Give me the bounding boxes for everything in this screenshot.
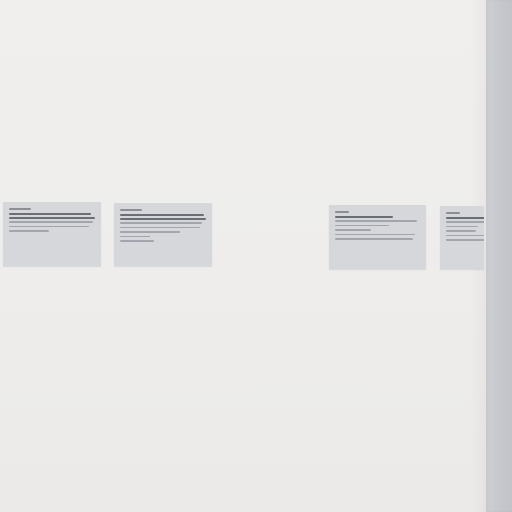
label-body-line bbox=[335, 229, 371, 231]
label-title-line bbox=[9, 213, 91, 215]
label-tag-line bbox=[335, 211, 349, 213]
label-body-line bbox=[9, 221, 93, 223]
label-body-line bbox=[9, 230, 49, 232]
label-body-line bbox=[120, 240, 154, 242]
label-title-line bbox=[120, 218, 206, 220]
label-body-line bbox=[335, 233, 415, 235]
wall-label-card bbox=[440, 206, 484, 269]
label-title-line bbox=[9, 217, 95, 219]
label-body-line bbox=[335, 224, 389, 226]
label-title-line bbox=[335, 216, 393, 218]
label-body-line bbox=[446, 239, 484, 241]
label-tag-line bbox=[9, 208, 31, 210]
label-body-line bbox=[446, 234, 484, 236]
label-body-line bbox=[120, 235, 150, 237]
label-tag-line bbox=[120, 209, 142, 211]
wall-label-card bbox=[329, 205, 426, 269]
label-body-line bbox=[335, 238, 413, 240]
side-wall bbox=[486, 0, 512, 512]
label-body-line bbox=[120, 231, 180, 233]
label-body-line bbox=[446, 225, 478, 227]
label-body-line bbox=[446, 221, 484, 223]
label-body-line bbox=[120, 222, 202, 224]
label-body-line bbox=[446, 230, 476, 232]
label-title-line bbox=[446, 217, 484, 219]
label-body-line bbox=[335, 220, 417, 222]
label-body-line bbox=[120, 226, 200, 228]
label-tag-line bbox=[446, 212, 460, 214]
label-body-line bbox=[9, 225, 89, 227]
wall-label-card bbox=[3, 202, 101, 266]
label-title-line bbox=[120, 214, 204, 216]
wall-label-card bbox=[114, 203, 212, 266]
